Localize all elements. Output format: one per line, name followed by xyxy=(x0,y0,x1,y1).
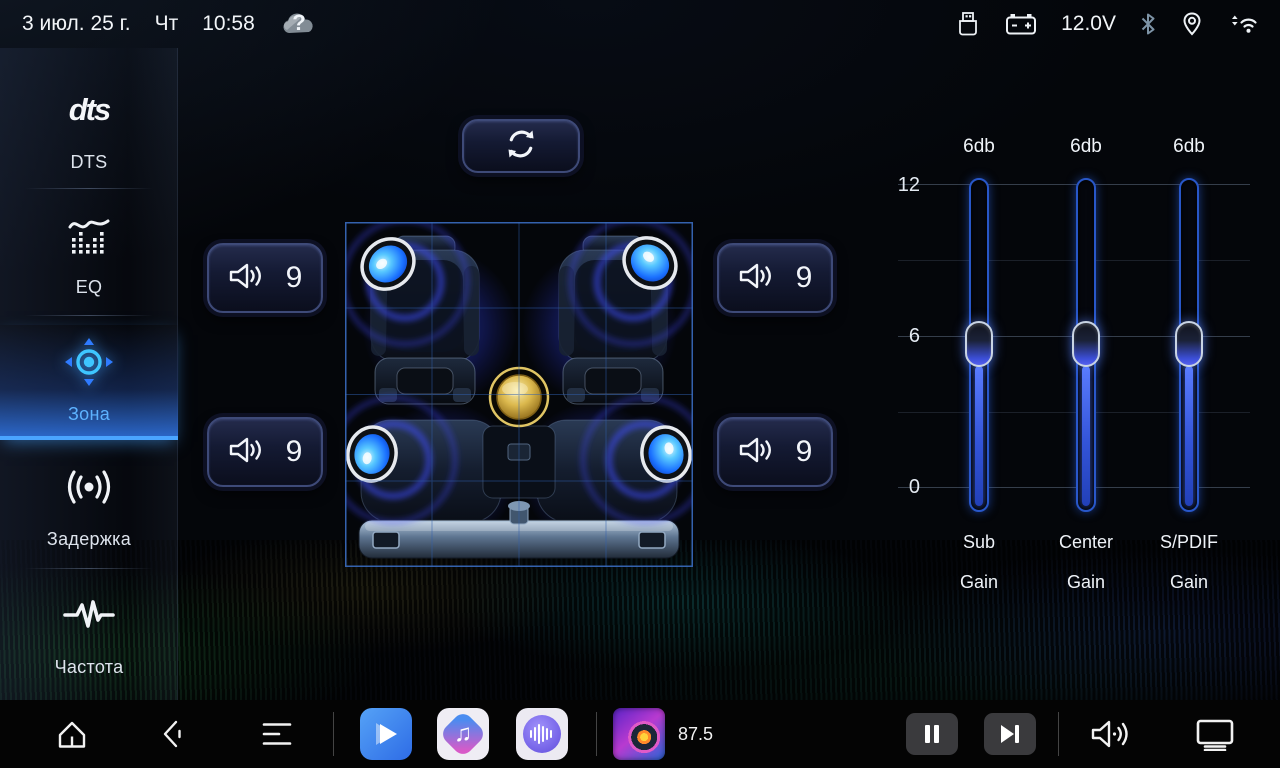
navbar-divider xyxy=(333,712,334,756)
sidebar-item-frequency[interactable]: Частота xyxy=(0,589,178,678)
gain-slider-sub: 6db Sub Gain xyxy=(919,130,1039,600)
usb-icon xyxy=(955,11,981,37)
video-player-app-icon[interactable] xyxy=(360,708,412,760)
speaker-icon xyxy=(228,435,264,470)
volume-value: 9 xyxy=(796,261,813,295)
reset-balance-button[interactable] xyxy=(462,119,580,173)
volume-value: 9 xyxy=(796,435,813,469)
slider-fill xyxy=(1082,366,1090,506)
recent-apps-button[interactable] xyxy=(262,722,292,746)
slider-value-label: 6db xyxy=(1129,136,1249,158)
slider-value-label: 6db xyxy=(919,136,1039,158)
wifi-icon xyxy=(1228,12,1260,36)
music-app-icon[interactable]: ♫ xyxy=(437,708,489,760)
location-icon xyxy=(1180,11,1204,37)
navigation-bar: ♫ 87.5 xyxy=(0,700,1280,768)
slider-thumb[interactable] xyxy=(965,321,993,367)
next-track-button[interactable] xyxy=(984,713,1036,755)
slider-thumb[interactable] xyxy=(1175,321,1203,367)
svg-text:?: ? xyxy=(292,10,305,35)
equalizer-icon xyxy=(66,209,112,261)
slider-value-label: 6db xyxy=(1026,136,1146,158)
sidebar-item-eq[interactable]: EQ xyxy=(0,209,178,298)
navbar-divider xyxy=(596,712,597,756)
sidebar-item-label: Частота xyxy=(55,657,124,678)
sidebar: dts DTS EQ xyxy=(0,48,178,700)
gain-slider-spdif: 6db S/PDIF Gain xyxy=(1129,130,1249,600)
sidebar-divider xyxy=(25,188,153,189)
slider-name: S/PDIF xyxy=(1129,532,1249,553)
delay-icon xyxy=(61,461,117,513)
status-left-group: 3 июл. 25 г. Чт 10:58 ? xyxy=(22,9,319,39)
navbar-divider xyxy=(1058,712,1059,756)
speaker-icon xyxy=(228,261,264,296)
volume-button-rear-left[interactable]: 9 xyxy=(207,417,323,487)
bluetooth-icon xyxy=(1140,12,1156,36)
slider-thumb[interactable] xyxy=(1072,321,1100,367)
refresh-icon xyxy=(503,126,539,167)
slider-unit: Gain xyxy=(1129,572,1249,593)
sidebar-divider xyxy=(25,315,153,316)
status-bar: 3 июл. 25 г. Чт 10:58 ? xyxy=(0,0,1280,48)
volume-button-rear-right[interactable]: 9 xyxy=(717,417,833,487)
tick-label-6: 6 xyxy=(858,325,920,348)
seat-map-graphic xyxy=(345,222,693,567)
status-date: 3 июл. 25 г. xyxy=(22,12,131,36)
sidebar-item-label: DTS xyxy=(71,152,108,173)
sidebar-item-label: Задержка xyxy=(47,529,131,550)
screen-off-button[interactable] xyxy=(1196,719,1234,751)
slider-unit: Gain xyxy=(1026,572,1146,593)
slider-name: Sub xyxy=(919,532,1039,553)
dts-logo-text: dts xyxy=(69,92,110,128)
back-button[interactable] xyxy=(159,719,185,749)
home-button[interactable] xyxy=(57,719,87,749)
volume-button-front-left[interactable]: 9 xyxy=(207,243,323,313)
slider-name: Center xyxy=(1026,532,1146,553)
sidebar-item-label: Зона xyxy=(68,404,110,425)
sidebar-divider xyxy=(25,568,153,569)
music-note-icon: ♫ xyxy=(437,708,489,760)
tick-label-12: 12 xyxy=(858,174,920,197)
slider-fill xyxy=(1185,366,1193,506)
zone-icon xyxy=(63,336,115,388)
sidebar-item-label: EQ xyxy=(76,277,103,298)
now-playing-album-art[interactable] xyxy=(613,708,665,760)
voice-waveform-icon xyxy=(523,715,561,753)
sidebar-item-zone[interactable]: Зона xyxy=(0,336,178,425)
speaker-icon xyxy=(738,435,774,470)
sidebar-item-dts[interactable]: dts DTS xyxy=(0,84,178,173)
pause-button[interactable] xyxy=(906,713,958,755)
tick-label-0: 0 xyxy=(858,476,920,499)
status-right-group: 12.0V xyxy=(955,11,1260,37)
head-unit-screen: 3 июл. 25 г. Чт 10:58 ? xyxy=(0,0,1280,768)
radio-frequency: 87.5 xyxy=(678,700,713,768)
frequency-icon xyxy=(62,589,116,641)
voice-assistant-app-icon[interactable] xyxy=(516,708,568,760)
volume-value: 9 xyxy=(286,435,303,469)
status-time: 10:58 xyxy=(202,12,255,36)
volume-button-front-right[interactable]: 9 xyxy=(717,243,833,313)
slider-fill xyxy=(975,366,983,506)
battery-voltage: 12.0V xyxy=(1061,12,1116,36)
dts-logo-icon: dts xyxy=(69,84,110,136)
sidebar-item-delay[interactable]: Задержка xyxy=(0,461,178,550)
gain-slider-center: 6db Center Gain xyxy=(1026,130,1146,600)
volume-control-button[interactable] xyxy=(1090,718,1130,750)
car-battery-icon xyxy=(1005,12,1037,36)
volume-value: 9 xyxy=(286,261,303,295)
speaker-icon xyxy=(738,261,774,296)
weather-unknown-icon: ? xyxy=(279,9,319,39)
status-weekday: Чт xyxy=(155,12,179,36)
slider-unit: Gain xyxy=(919,572,1039,593)
zone-seat-map[interactable] xyxy=(345,222,693,567)
